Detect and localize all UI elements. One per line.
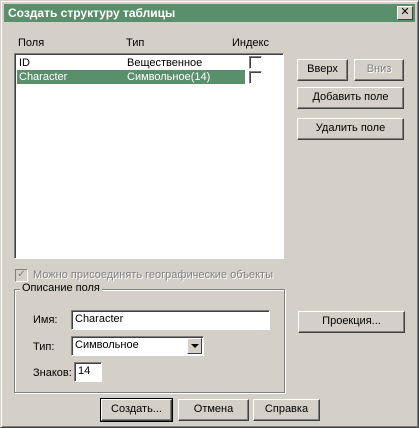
move-up-label: Вверх — [307, 63, 338, 75]
projection-button[interactable]: Проекция... — [298, 311, 405, 333]
type-select-value: Символьное — [75, 339, 139, 351]
title-bar[interactable]: Создать структуру таблицы ✕ — [4, 4, 415, 22]
help-label: Справка — [264, 403, 309, 415]
create-table-structure-dialog: Создать структуру таблицы ✕ Поля Тип Инд… — [0, 0, 419, 428]
table-row-selected[interactable]: Character Символьное(14) — [17, 70, 245, 84]
width-label: Знаков: — [33, 367, 72, 379]
add-field-button[interactable]: Добавить поле — [297, 87, 404, 109]
help-button[interactable]: Справка — [253, 399, 320, 421]
move-up-button[interactable]: Вверх — [297, 59, 348, 81]
field-name: Character — [19, 71, 68, 83]
field-type: Вещественное — [127, 57, 203, 69]
column-header-type: Тип — [126, 37, 145, 49]
type-select[interactable]: Символьное — [71, 336, 204, 356]
delete-field-label: Удалить поле — [315, 122, 386, 134]
type-label: Тип: — [33, 341, 55, 353]
window-title: Создать структуру таблицы — [8, 6, 176, 20]
table-row[interactable]: ID Вещественное — [17, 56, 245, 70]
add-field-label: Добавить поле — [312, 91, 389, 103]
column-header-index: Индекс — [232, 37, 269, 49]
delete-field-button[interactable]: Удалить поле — [297, 118, 404, 140]
close-icon: ✕ — [400, 6, 410, 18]
name-input[interactable]: Character — [71, 310, 270, 330]
index-checkbox[interactable] — [249, 71, 262, 84]
index-checkbox[interactable] — [249, 56, 262, 69]
field-description-legend: Описание поля — [20, 282, 102, 294]
chevron-down-icon[interactable] — [187, 338, 202, 354]
projection-label: Проекция... — [322, 315, 381, 327]
create-button[interactable]: Создать... — [100, 398, 173, 422]
geo-objects-label: Можно присоединять географические объект… — [33, 269, 273, 281]
cancel-label: Отмена — [193, 403, 234, 415]
check-icon: ✓ — [17, 269, 26, 280]
move-down-button[interactable]: Вниз — [354, 59, 404, 81]
fields-list[interactable]: ID Вещественное Character Символьное(14) — [14, 53, 284, 259]
close-button[interactable]: ✕ — [397, 6, 413, 20]
create-label: Создать... — [111, 403, 162, 415]
geo-objects-checkbox[interactable]: ✓ — [15, 269, 28, 282]
move-down-label: Вниз — [366, 63, 392, 75]
width-input[interactable]: 14 — [74, 362, 102, 382]
column-header-fields: Поля — [18, 37, 45, 49]
field-type: Символьное(14) — [127, 71, 211, 83]
cancel-button[interactable]: Отмена — [178, 399, 249, 421]
width-input-value: 14 — [78, 365, 91, 377]
name-label: Имя: — [33, 314, 58, 326]
field-name: ID — [19, 57, 30, 69]
name-input-value: Character — [75, 313, 124, 325]
